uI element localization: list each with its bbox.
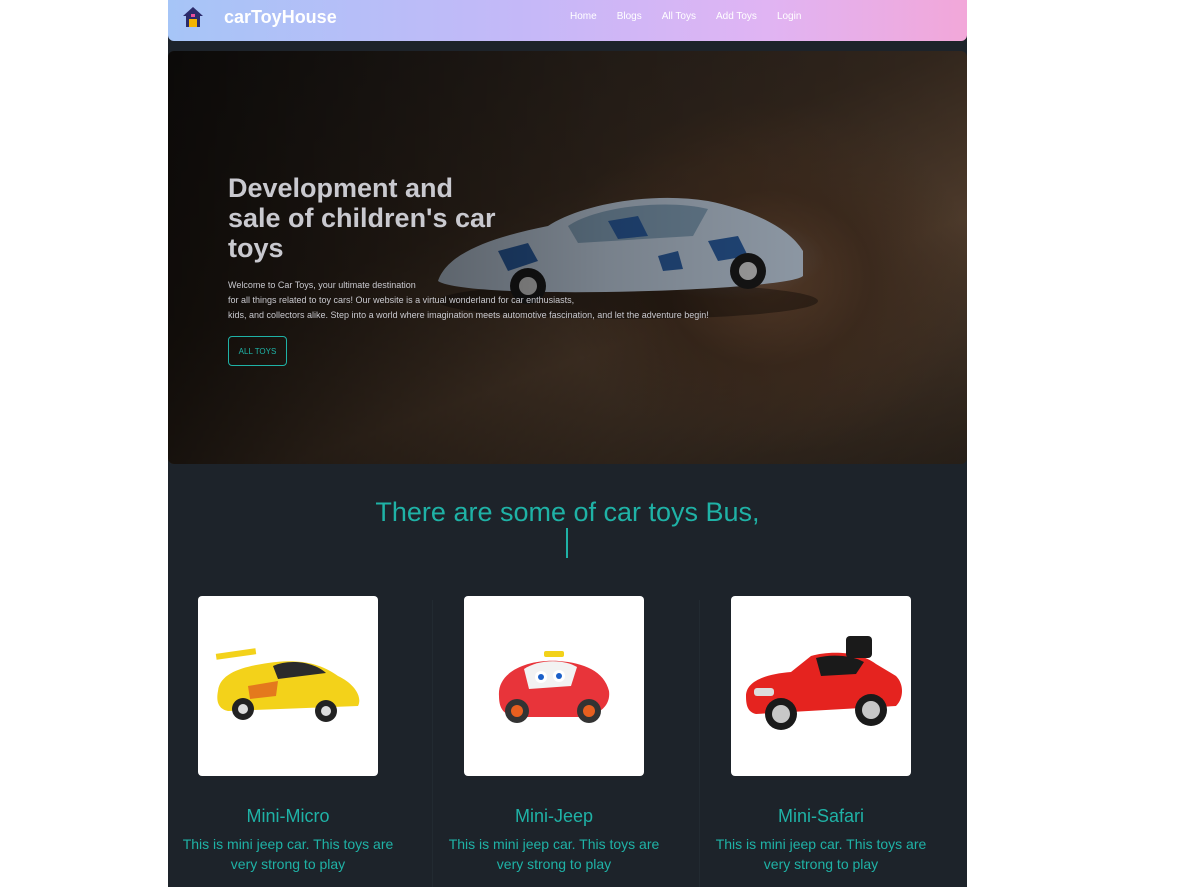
yellow-race-car-image <box>215 648 360 722</box>
toy-card-description: This is mini jeep car. This toys are ver… <box>715 836 927 872</box>
toy-card[interactable]: Mini-Micro This is mini jeep car. This t… <box>168 596 393 887</box>
hero-banner: Development and sale of children's car t… <box>168 51 967 464</box>
nav-all-toys[interactable]: All Toys <box>662 11 696 22</box>
toy-card-title: Mini-Jeep <box>514 806 594 826</box>
toy-card-image[interactable] <box>198 596 378 776</box>
hero-title: Development and sale of children's car t… <box>228 173 496 263</box>
section-title: There are some of car toys Bus, <box>375 497 760 527</box>
toy-card-title: Mini-Micro <box>246 806 330 826</box>
red-ride-on-car-image <box>746 636 902 730</box>
all-toys-button[interactable]: ALL TOYS <box>228 336 287 366</box>
nav-links: Home Blogs All Toys Add Toys Login <box>570 11 821 22</box>
brand-name[interactable]: carToyHouse <box>224 7 337 28</box>
hero-description: Welcome to Car Toys, your ultimate desti… <box>228 280 709 320</box>
toy-card-description: This is mini jeep car. This toys are ver… <box>448 836 660 872</box>
typing-cursor <box>566 528 568 558</box>
house-logo-icon[interactable] <box>181 5 205 29</box>
navbar: carToyHouse Home Blogs All Toys Add Toys… <box>168 0 967 41</box>
toy-card[interactable]: Mini-Jeep This is mini jeep car. This to… <box>434 596 659 887</box>
red-cartoon-car-image <box>498 651 610 723</box>
nav-blogs[interactable]: Blogs <box>617 11 642 22</box>
page: carToyHouse Home Blogs All Toys Add Toys… <box>168 0 967 887</box>
nav-login[interactable]: Login <box>777 11 801 22</box>
toy-card[interactable]: Mini-Safari This is mini jeep car. This … <box>701 596 926 887</box>
toy-card-title: Mini-Safari <box>777 806 865 826</box>
nav-add-toys[interactable]: Add Toys <box>716 11 757 22</box>
toy-card-description: This is mini jeep car. This toys are ver… <box>182 836 394 872</box>
toy-card-image[interactable] <box>731 596 911 776</box>
toy-card-image[interactable] <box>464 596 644 776</box>
nav-home[interactable]: Home <box>570 11 597 22</box>
